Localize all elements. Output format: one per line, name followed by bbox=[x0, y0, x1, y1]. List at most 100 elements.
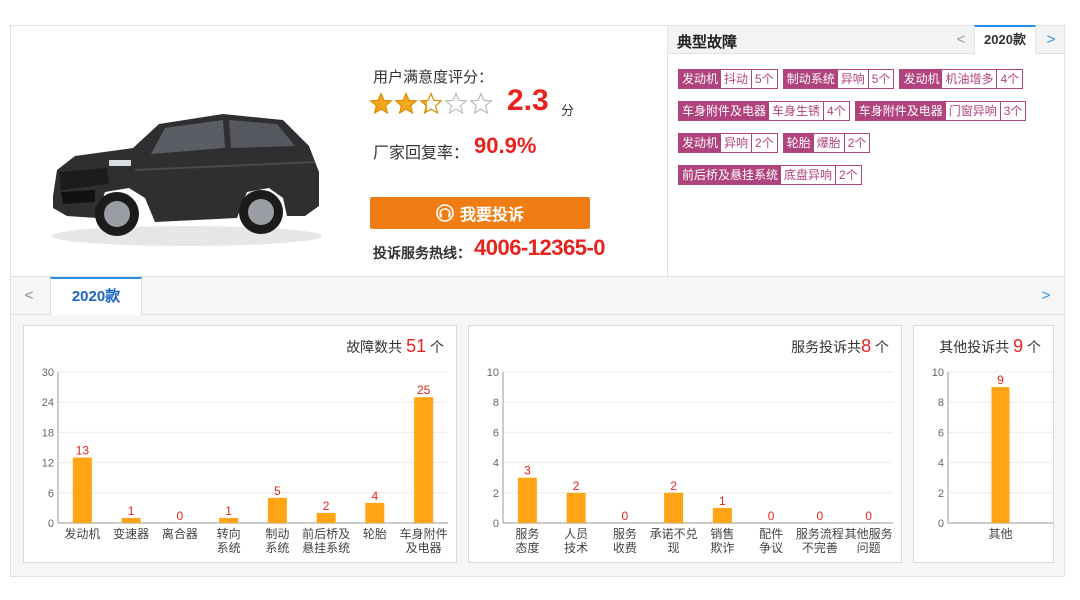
fault-tag-count: 4个 bbox=[1000, 72, 1020, 86]
fault-tag-problem: 车身生锈 bbox=[769, 102, 825, 120]
other-complaint-chart-panel: 其他投诉共 9 个 0 2 4 6 8 10 9 其他 bbox=[913, 325, 1054, 563]
x-tick-label: 人员技术 bbox=[564, 527, 588, 555]
bar-value-label: 0 bbox=[817, 509, 824, 523]
tab-2020[interactable]: 2020款 bbox=[50, 277, 142, 315]
y-tick-label: 4 bbox=[493, 458, 499, 470]
star-icon bbox=[444, 92, 468, 115]
fault-tag-problem: 异响 bbox=[721, 134, 753, 152]
score-unit: 分 bbox=[561, 103, 575, 118]
x-tick-label: 离合器 bbox=[162, 526, 198, 541]
reply-rate-value: 90.9% bbox=[474, 133, 537, 158]
y-tick-label: 2 bbox=[493, 488, 499, 500]
star-icon bbox=[419, 92, 443, 115]
y-tick-label: 10 bbox=[932, 367, 944, 379]
fault-tag[interactable]: 发动机 机油增多 4个 bbox=[899, 69, 1024, 89]
bar bbox=[365, 502, 385, 523]
y-tick-label: 6 bbox=[938, 427, 944, 439]
headset-icon bbox=[436, 204, 454, 222]
fault-tag[interactable]: 制动系统 异响 5个 bbox=[782, 69, 895, 89]
fault-tag-problem: 门窗异响 bbox=[946, 102, 1001, 120]
bar-value-label: 2 bbox=[573, 479, 580, 493]
service-complaint-chart-panel: 服务投诉共8 个 0 2 4 6 8 10 3 服务态度 2 人员技术 0 服务收费 2 承诺不兑现 1 销售… bbox=[468, 325, 902, 563]
bar bbox=[316, 512, 336, 523]
fault-tag-list: 发动机 抖动 5个 制动系统 异响 5个 发动机 机油增多 4个 车身附件及电器 车身生锈 4个 车身附… bbox=[678, 69, 1063, 197]
service-complaint-bar-chart: 0 2 4 6 8 10 3 服务态度 2 人员技术 0 服务收费 2 承诺不兑现 1 销售欺诈 0 配件争议 0 服… bbox=[487, 367, 893, 555]
fault-count-chart-panel: 故障数共 51 个 0 6 12 18 24 30 13 发动机 1 变速器 0 离合器 1 转向系统 5 制… bbox=[23, 325, 457, 563]
fault-tag-system: 前后桥及悬挂系统 bbox=[679, 166, 782, 184]
bar-value-label: 2 bbox=[323, 499, 330, 513]
star-icon bbox=[369, 92, 393, 115]
satisfaction-label: 用户满意度评分： bbox=[373, 69, 494, 86]
y-tick-label: 0 bbox=[938, 518, 944, 530]
bar-value-label: 0 bbox=[177, 509, 184, 523]
bar-value-label: 25 bbox=[417, 383, 431, 397]
fault-tag-count: 2个 bbox=[755, 136, 774, 150]
fault-tag-problem: 机油增多 bbox=[942, 70, 998, 88]
x-tick-label: 服务态度 bbox=[515, 526, 539, 555]
bar-value-label: 3 bbox=[524, 464, 531, 478]
typical-faults-panel: 典型故障 < 2020款 > 发动机 抖动 5个 制动系统 异响 5个 发动机 机油增多 4个车… bbox=[667, 25, 1064, 276]
fault-tag-count: 4个 bbox=[827, 104, 846, 118]
tab-prev-arrow[interactable]: < bbox=[11, 277, 47, 315]
y-tick-label: 0 bbox=[493, 518, 499, 530]
fault-tag-problem: 抖动 bbox=[721, 70, 753, 88]
other-complaint-bar-chart: 0 2 4 6 8 10 9 其他 bbox=[932, 367, 1053, 541]
fault-tag-system: 车身附件及电器 bbox=[679, 102, 770, 120]
bar-value-label: 4 bbox=[372, 489, 379, 503]
x-tick-label: 制动系统 bbox=[265, 527, 289, 555]
faults-next-arrow[interactable]: > bbox=[1040, 26, 1062, 54]
year-tab-bar: < 2020款 > bbox=[10, 277, 1065, 315]
faults-prev-arrow[interactable]: < bbox=[950, 26, 972, 54]
bar-value-label: 1 bbox=[128, 504, 135, 518]
x-tick-label: 转向系统 bbox=[217, 526, 241, 555]
bar bbox=[414, 397, 434, 523]
hotline-number: 4006-12365-0 bbox=[474, 235, 606, 260]
bar-value-label: 1 bbox=[719, 494, 726, 508]
y-tick-label: 24 bbox=[42, 397, 54, 409]
x-tick-label: 其他服务问题 bbox=[845, 526, 893, 555]
fault-tag-system: 发动机 bbox=[679, 134, 722, 152]
fault-tag[interactable]: 轮胎 爆胎 2个 bbox=[782, 133, 871, 153]
fault-tag[interactable]: 发动机 抖动 5个 bbox=[678, 69, 778, 89]
fault-tag[interactable]: 车身附件及电器 车身生锈 4个 bbox=[678, 101, 850, 121]
bar-value-label: 2 bbox=[670, 479, 677, 493]
x-tick-label: 销售欺诈 bbox=[710, 526, 734, 555]
tab-next-arrow[interactable]: > bbox=[1034, 277, 1058, 315]
fault-tag-problem: 爆胎 bbox=[814, 134, 845, 152]
star-icon bbox=[394, 92, 418, 115]
x-tick-label: 发动机 bbox=[64, 526, 100, 541]
typical-faults-header: 典型故障 < 2020款 > bbox=[668, 25, 1064, 54]
faults-year-tab[interactable]: 2020款 bbox=[974, 25, 1036, 54]
x-tick-label: 配件争议 bbox=[759, 527, 783, 555]
bar bbox=[566, 492, 586, 523]
y-tick-label: 6 bbox=[48, 488, 54, 500]
fault-tag-problem: 底盘异响 bbox=[781, 166, 837, 184]
complain-button[interactable]: 我要投诉 bbox=[370, 197, 590, 229]
fault-tag-problem: 异响 bbox=[838, 70, 869, 88]
fault-tag-system: 制动系统 bbox=[783, 70, 838, 88]
typical-faults-title: 典型故障 bbox=[677, 34, 738, 51]
fault-tag-count: 5个 bbox=[755, 72, 774, 86]
y-tick-label: 8 bbox=[938, 397, 944, 409]
bar bbox=[712, 507, 732, 523]
hotline-label: 投诉服务热线： bbox=[373, 245, 471, 261]
bar-value-label: 9 bbox=[997, 373, 1004, 387]
fault-tag[interactable]: 前后桥及悬挂系统 底盘异响 2个 bbox=[678, 165, 862, 185]
x-tick-label: 服务收费 bbox=[613, 526, 637, 555]
x-tick-label: 服务流程不完善 bbox=[796, 526, 844, 555]
fault-count-bar-chart: 0 6 12 18 24 30 13 发动机 1 变速器 0 离合器 1 转向系统 5 制动系统 2 前后桥及悬挂… bbox=[42, 367, 448, 555]
bar-value-label: 0 bbox=[768, 509, 775, 523]
bar-value-label: 0 bbox=[622, 509, 629, 523]
y-tick-label: 10 bbox=[487, 367, 499, 379]
x-tick-label: 前后桥及悬挂系统 bbox=[302, 526, 350, 555]
fault-tag[interactable]: 车身附件及电器 门窗异响 3个 bbox=[854, 101, 1027, 121]
x-tick-label: 车身附件及电器 bbox=[400, 526, 448, 555]
star-rating bbox=[369, 92, 494, 116]
bar-value-label: 0 bbox=[865, 509, 872, 523]
fault-tag[interactable]: 发动机 异响 2个 bbox=[678, 133, 778, 153]
star-icon bbox=[469, 92, 493, 115]
y-tick-label: 2 bbox=[938, 488, 944, 500]
bar-value-label: 1 bbox=[225, 504, 232, 518]
bar bbox=[267, 497, 287, 523]
y-tick-label: 8 bbox=[493, 397, 499, 409]
